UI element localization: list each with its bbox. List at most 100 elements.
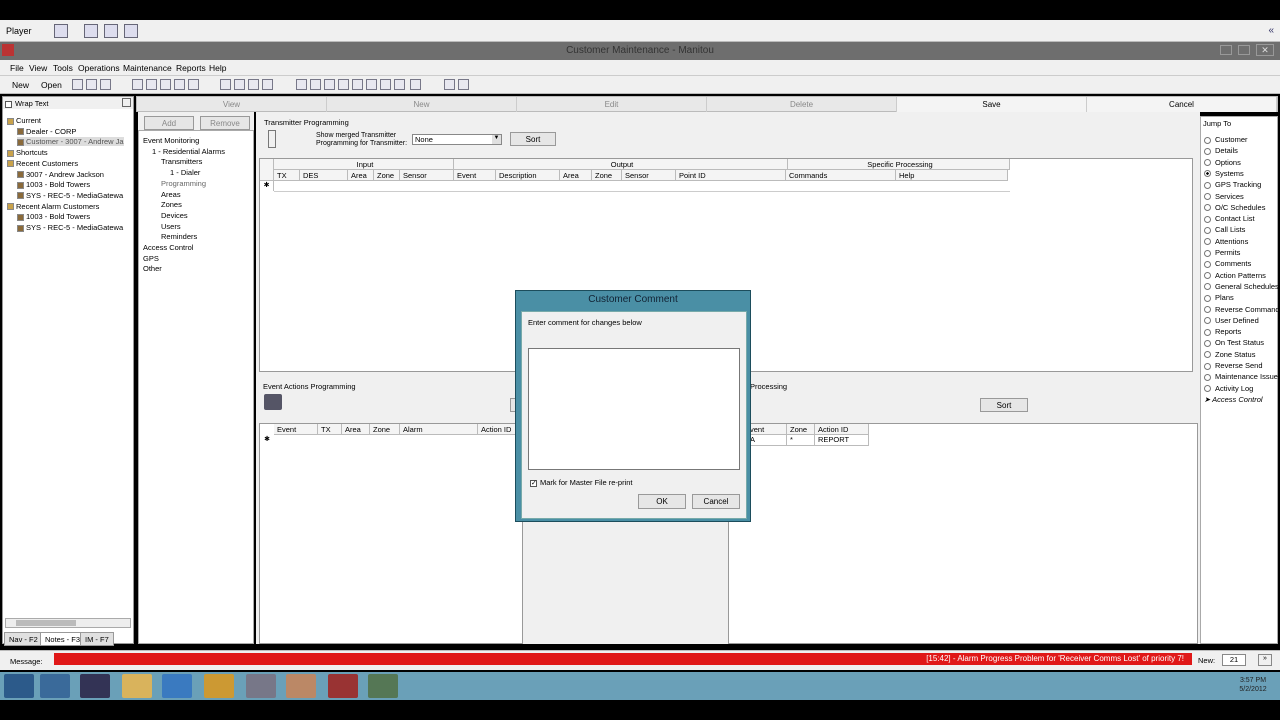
radio-button[interactable] <box>1204 159 1211 167</box>
menu-maintenance[interactable]: Maintenance <box>123 63 172 73</box>
start-icon[interactable] <box>4 674 34 698</box>
jump-to-item[interactable]: Options <box>1204 158 1241 167</box>
programming-tree-item[interactable]: Areas <box>161 190 181 199</box>
nav-tree-item[interactable]: SYS - REC-5 - MediaGatewa <box>17 191 123 200</box>
programming-tree-item[interactable]: Event Monitoring <box>143 136 199 145</box>
jump-to-item[interactable]: Reports <box>1204 327 1241 336</box>
radio-button[interactable] <box>1204 181 1211 189</box>
jump-to-item[interactable]: Activity Log <box>1204 384 1253 393</box>
open-button[interactable]: Open <box>41 80 62 90</box>
jump-to-item[interactable]: General Schedules <box>1204 282 1279 291</box>
tool-icon[interactable] <box>146 79 157 90</box>
print-icon[interactable] <box>86 79 97 90</box>
jump-to-item[interactable]: Comments <box>1204 259 1251 268</box>
menu-reports[interactable]: Reports <box>176 63 206 73</box>
programming-tree-item[interactable]: Devices <box>161 211 188 220</box>
table-cell[interactable]: * <box>787 435 815 446</box>
pin-icon[interactable] <box>122 98 131 107</box>
jump-to-item[interactable]: Permits <box>1204 248 1240 257</box>
radio-button[interactable] <box>1204 317 1211 325</box>
programming-tree-item[interactable]: Other <box>143 264 162 273</box>
view-button[interactable]: View <box>137 97 327 112</box>
column-header[interactable]: Area <box>348 170 374 181</box>
tool-icon[interactable] <box>324 79 335 90</box>
radio-button[interactable] <box>1204 351 1211 359</box>
browser-icon[interactable] <box>204 674 234 698</box>
new-button[interactable]: New <box>12 80 29 90</box>
programming-tree-item[interactable]: 1 - Residential Alarms <box>152 147 225 156</box>
jump-to-item[interactable]: Customer <box>1204 135 1248 144</box>
preview-icon[interactable] <box>100 79 111 90</box>
event-actions-grid[interactable]: Event TX Area Zone Alarm Action ID ✱ <box>259 423 538 644</box>
tab-im[interactable]: IM - F7 <box>80 632 114 646</box>
nav-tree-item[interactable]: SYS - REC-5 - MediaGatewa <box>17 223 123 232</box>
tool-icon[interactable] <box>174 79 185 90</box>
remove-button[interactable]: Remove <box>200 116 250 130</box>
tab-nav[interactable]: Nav - F2 <box>4 632 43 646</box>
fullscreen-icon[interactable] <box>104 24 118 38</box>
column-header[interactable]: Zone <box>787 424 815 435</box>
tool-icon[interactable] <box>220 79 231 90</box>
jump-to-item[interactable]: On Test Status <box>1204 338 1264 347</box>
programming-tree-item[interactable]: Reminders <box>161 232 197 241</box>
radio-button[interactable] <box>1204 362 1211 370</box>
radio-button[interactable] <box>1204 136 1211 144</box>
tool-icon[interactable] <box>160 79 171 90</box>
programming-tree-item[interactable]: Transmitters <box>161 157 202 166</box>
player-menu[interactable]: Player <box>6 26 32 36</box>
processing-sort-button[interactable]: Sort <box>980 398 1028 412</box>
nav-tree-item[interactable]: Shortcuts <box>7 148 48 157</box>
taskbar-app-icon[interactable] <box>286 674 316 698</box>
jump-to-item[interactable]: Contact List <box>1204 214 1255 223</box>
column-header[interactable]: TX <box>318 424 342 435</box>
nav-tree-item[interactable]: 1003 - Bold Towers <box>17 212 90 221</box>
column-header[interactable]: Alarm <box>400 424 478 435</box>
nav-tree-item[interactable]: Dealer - CORP <box>17 127 76 136</box>
jump-to-item[interactable]: Reverse Command <box>1204 305 1280 314</box>
tool-icon[interactable] <box>132 79 143 90</box>
radio-button[interactable] <box>1204 283 1211 291</box>
menu-file[interactable]: File <box>10 63 24 73</box>
jump-to-item[interactable]: ➤ Access Control <box>1204 395 1263 404</box>
column-header[interactable]: Event <box>454 170 496 181</box>
radio-button[interactable] <box>1204 193 1211 201</box>
nav-tree-item[interactable]: 1003 - Bold Towers <box>17 180 90 189</box>
column-header[interactable]: DES <box>300 170 348 181</box>
tool-icon[interactable] <box>380 79 391 90</box>
forward-icon[interactable]: » <box>1258 654 1272 666</box>
taskbar-app-icon[interactable] <box>40 674 70 698</box>
jump-to-item[interactable]: Maintenance Issue <box>1204 372 1278 381</box>
ok-button[interactable]: OK <box>638 494 686 509</box>
collapse-icon[interactable]: « <box>1268 25 1274 36</box>
column-header[interactable]: Commands <box>786 170 896 181</box>
jump-to-item[interactable]: Services <box>1204 192 1244 201</box>
jump-to-item[interactable]: Systems <box>1204 169 1244 178</box>
column-header[interactable]: Zone <box>370 424 400 435</box>
system-clock[interactable]: 3:57 PM 5/2/2012 <box>1228 676 1278 694</box>
save-button[interactable]: Save <box>897 97 1087 112</box>
programming-tree-item[interactable]: Programming <box>161 179 206 188</box>
transmitter-select[interactable]: None ▼ <box>412 134 502 145</box>
network-icon[interactable] <box>84 24 98 38</box>
radio-button[interactable] <box>1204 272 1211 280</box>
radio-button[interactable] <box>1204 373 1211 381</box>
menu-operations[interactable]: Operations <box>78 63 120 73</box>
jump-to-item[interactable]: Call Lists <box>1204 225 1245 234</box>
taskbar-app-icon[interactable] <box>328 674 358 698</box>
nav-tree-item[interactable]: Current <box>7 116 41 125</box>
close-icon[interactable]: ✕ <box>1256 44 1274 56</box>
column-header[interactable]: Area <box>342 424 370 435</box>
radio-button[interactable] <box>1204 260 1211 268</box>
taskbar-app-icon[interactable] <box>80 674 110 698</box>
edit-button[interactable]: Edit <box>517 97 707 112</box>
column-header[interactable]: Sensor <box>622 170 676 181</box>
column-header[interactable]: Description <box>496 170 560 181</box>
tool-icon[interactable] <box>394 79 405 90</box>
column-header[interactable]: Area <box>560 170 592 181</box>
layout-icon[interactable] <box>54 24 68 38</box>
save-icon[interactable] <box>72 79 83 90</box>
window-icon[interactable] <box>124 24 138 38</box>
jump-to-item[interactable]: Details <box>1204 146 1238 155</box>
tool-icon[interactable] <box>458 79 469 90</box>
programming-tree-item[interactable]: 1 - Dialer <box>170 168 200 177</box>
